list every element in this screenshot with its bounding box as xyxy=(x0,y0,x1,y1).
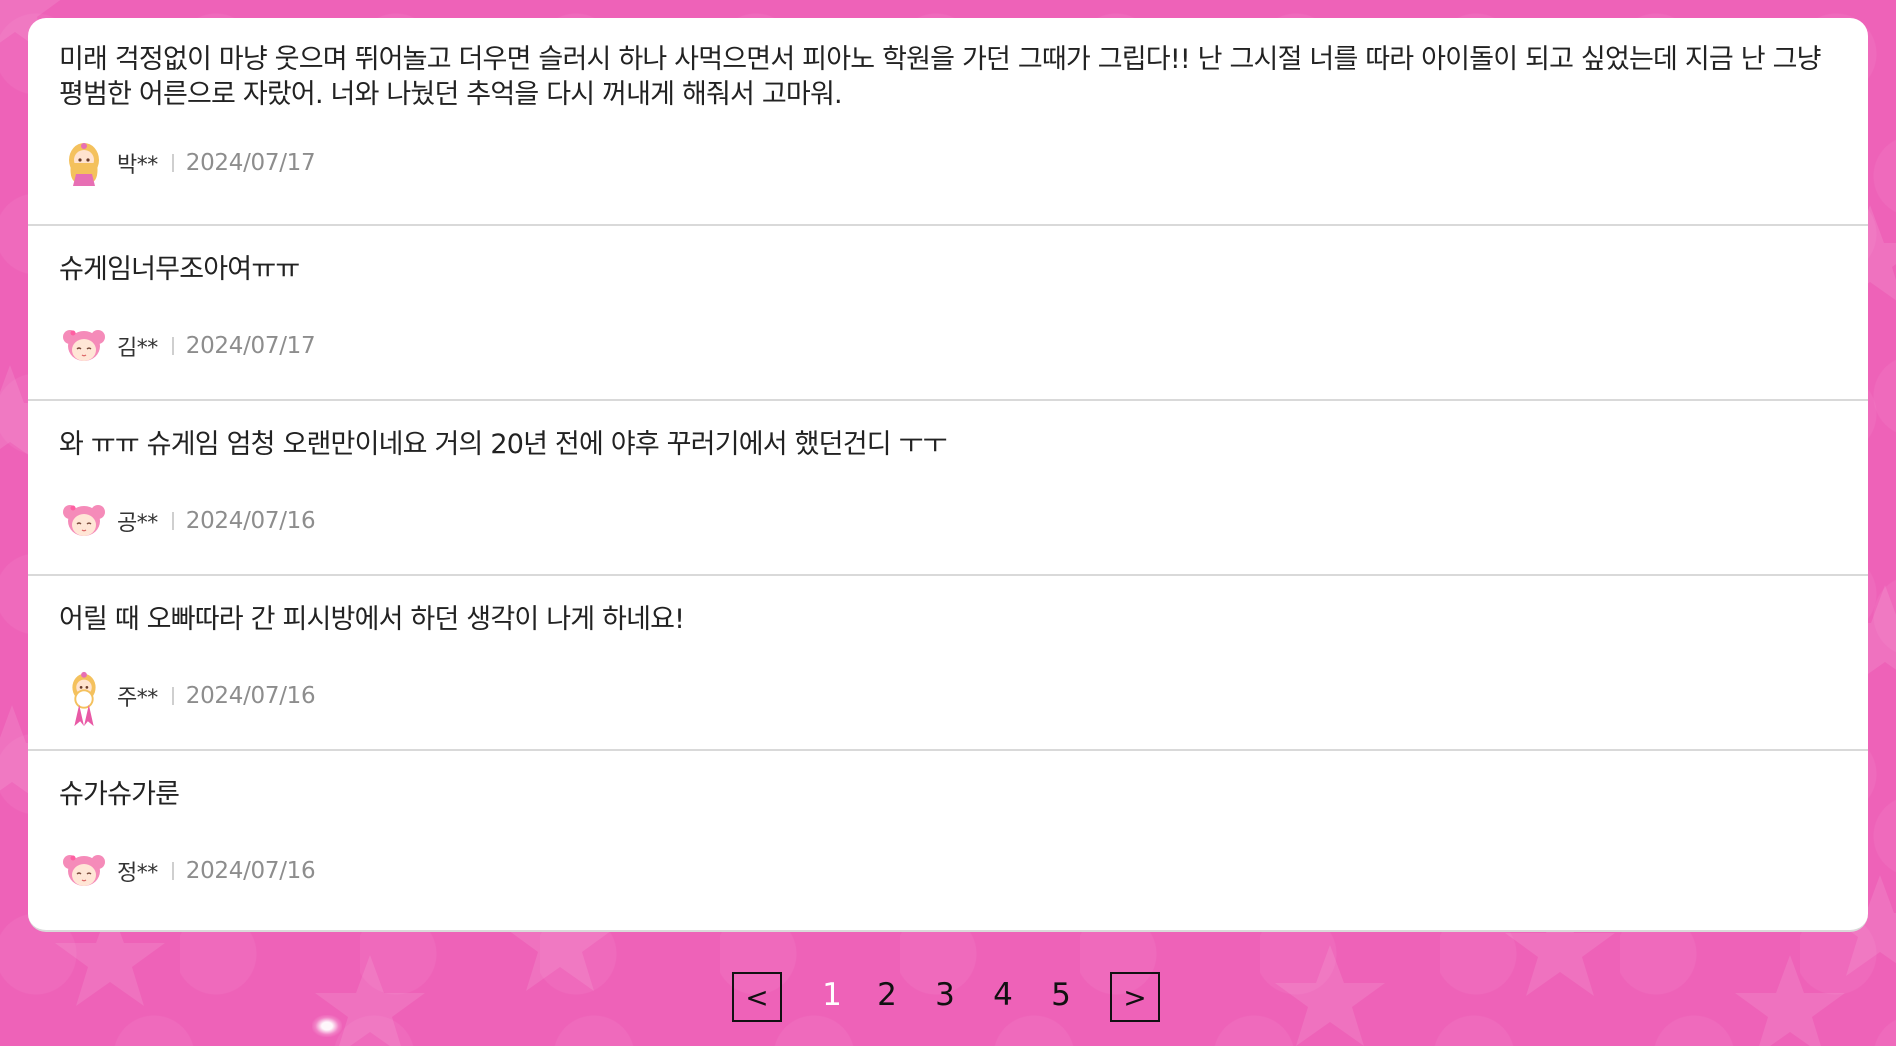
meta-divider xyxy=(171,154,174,172)
page-4-link[interactable]: 4 xyxy=(986,977,1020,1013)
comment-date: 2024/07/17 xyxy=(185,150,316,176)
pink-hair-girl-avatar-icon xyxy=(63,855,105,886)
comment-author: 박** xyxy=(117,153,158,178)
comment-author: 김** xyxy=(117,336,158,361)
comment-item: 와 ㅠㅠ 슈게임 엄청 오랜만이네요 거의 20년 전에 야후 꾸러기에서 했던… xyxy=(28,401,1868,576)
comment-date: 2024/07/16 xyxy=(185,683,316,709)
sparkle-glow xyxy=(312,1015,342,1037)
comment-text: 미래 걱정없이 마냥 웃으며 뛰어놀고 더우면 슬러시 하나 사먹으면서 피아노… xyxy=(59,44,1821,110)
comment-author: 정** xyxy=(117,861,158,886)
comment-date: 2024/07/16 xyxy=(185,508,316,534)
comment-list-card: 미래 걱정없이 마냥 웃으며 뛰어놀고 더우면 슬러시 하나 사먹으면서 피아노… xyxy=(28,18,1868,932)
pagination: < 1 2 3 4 5 > xyxy=(0,972,1896,1026)
comment-meta: 공** 2024/07/16 xyxy=(59,496,316,546)
comment-item: 미래 걱정없이 마냥 웃으며 뛰어놀고 더우면 슬러시 하나 사먹으면서 피아노… xyxy=(28,18,1868,226)
page-2-link[interactable]: 2 xyxy=(870,977,904,1013)
page-1-link[interactable]: 1 xyxy=(815,977,849,1013)
comment-text: 슈게임너무조아여ㅠㅠ xyxy=(59,254,300,285)
prev-page-button[interactable]: < xyxy=(732,972,782,1022)
comment-author: 주** xyxy=(117,686,158,711)
comment-meta: 박** 2024/07/17 xyxy=(59,138,316,188)
comment-text: 와 ㅠㅠ 슈게임 엄청 오랜만이네요 거의 20년 전에 야후 꾸러기에서 했던… xyxy=(59,429,947,460)
blonde-girl-ribbon-avatar-icon xyxy=(72,671,96,727)
next-page-button[interactable]: > xyxy=(1110,972,1160,1022)
comment-date: 2024/07/16 xyxy=(185,858,316,884)
comment-meta: 주** 2024/07/16 xyxy=(59,671,316,727)
comment-text: 어릴 때 오빠따라 간 피시방에서 하던 생각이 나게 하네요! xyxy=(59,604,685,635)
pink-hair-girl-avatar-icon xyxy=(63,505,105,536)
page-3-link[interactable]: 3 xyxy=(928,977,962,1013)
meta-divider xyxy=(171,862,174,880)
meta-divider xyxy=(171,687,174,705)
comment-meta: 김** 2024/07/17 xyxy=(59,321,316,371)
meta-divider xyxy=(171,512,174,530)
comment-item: 어릴 때 오빠따라 간 피시방에서 하던 생각이 나게 하네요! 주** 202… xyxy=(28,576,1868,751)
page-5-link[interactable]: 5 xyxy=(1044,977,1078,1013)
comment-author: 공** xyxy=(117,511,158,536)
blonde-girl-avatar-icon xyxy=(69,143,99,186)
pink-hair-girl-avatar-icon xyxy=(63,330,105,361)
comment-text: 슈가슈가룬 xyxy=(59,779,180,810)
comment-date: 2024/07/17 xyxy=(185,333,316,359)
comment-item: 슈게임너무조아여ㅠㅠ 김** 2024/07/17 xyxy=(28,226,1868,401)
comment-meta: 정** 2024/07/16 xyxy=(59,846,316,896)
meta-divider xyxy=(171,337,174,355)
comment-item: 슈가슈가룬 정** 2024/07/16 xyxy=(28,751,1868,926)
